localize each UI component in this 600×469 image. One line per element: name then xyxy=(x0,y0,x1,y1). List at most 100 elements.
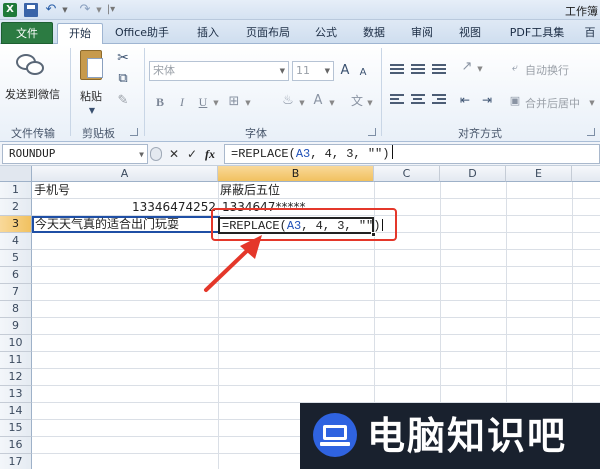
wechat-icon[interactable] xyxy=(16,52,46,78)
phonetic-dropdown-icon[interactable]: ▼ xyxy=(365,94,375,112)
grow-font-button[interactable]: A xyxy=(337,62,353,80)
excel-icon[interactable]: X xyxy=(3,3,17,17)
tab-home[interactable]: 开始 xyxy=(57,23,103,44)
row-header[interactable]: 8 xyxy=(0,301,32,318)
row-header[interactable]: 11 xyxy=(0,352,32,369)
paste-icon[interactable] xyxy=(80,50,103,80)
tab-formulas[interactable]: 公式 xyxy=(308,23,344,44)
tab-pdf-tools[interactable]: PDF工具集 xyxy=(502,23,572,44)
merge-dropdown-icon[interactable]: ▼ xyxy=(587,94,597,112)
orientation-dropdown-icon[interactable]: ▼ xyxy=(475,60,485,78)
column-header-a[interactable]: A xyxy=(32,166,218,182)
tab-page-layout[interactable]: 页面布局 xyxy=(238,23,298,44)
row-header[interactable]: 13 xyxy=(0,386,32,403)
row-header[interactable]: 10 xyxy=(0,335,32,352)
tab-data[interactable]: 数据 xyxy=(356,23,392,44)
font-launcher-icon[interactable] xyxy=(368,128,376,136)
align-left-icon[interactable] xyxy=(390,94,404,106)
row-header[interactable]: 1 xyxy=(0,182,32,199)
tab-insert[interactable]: 插入 xyxy=(188,23,228,44)
orientation-icon[interactable]: ↗ xyxy=(458,58,476,76)
formula-bar-splitter[interactable] xyxy=(150,147,162,161)
row-header[interactable]: 4 xyxy=(0,233,32,250)
italic-button[interactable]: I xyxy=(175,93,189,111)
align-top-icon[interactable] xyxy=(390,64,404,76)
bold-button[interactable]: B xyxy=(153,93,167,111)
insert-function-button[interactable]: fx xyxy=(202,145,218,163)
shrink-font-button[interactable]: A xyxy=(356,64,370,82)
undo-dropdown-icon[interactable]: ▼ xyxy=(58,3,72,17)
gridline xyxy=(32,266,600,267)
cut-icon[interactable]: ✂ xyxy=(114,49,132,67)
font-name-select[interactable]: 宋体 ▼ xyxy=(149,61,289,81)
clipboard-launcher-icon[interactable] xyxy=(130,128,138,136)
decrease-indent-icon[interactable]: ⇤ xyxy=(456,91,474,109)
font-size-select[interactable]: 11 ▼ xyxy=(292,61,334,81)
gridline xyxy=(32,351,600,352)
wrap-text-button[interactable]: 自动换行 xyxy=(525,62,569,78)
row-header[interactable]: 5 xyxy=(0,250,32,267)
fill-color-icon[interactable]: ♨ xyxy=(279,92,297,110)
cell-a3[interactable]: 今天天气真的适合出门玩耍 xyxy=(32,216,220,233)
format-painter-icon[interactable]: ✎ xyxy=(114,92,132,110)
align-center-icon[interactable] xyxy=(411,94,425,106)
underline-dropdown-icon[interactable]: ▼ xyxy=(211,94,221,112)
row-header[interactable]: 9 xyxy=(0,318,32,335)
undo-icon[interactable]: ↶ xyxy=(44,3,58,17)
tab-file[interactable]: 文件 xyxy=(1,22,53,44)
align-right-icon[interactable] xyxy=(432,94,446,106)
font-color-dropdown-icon[interactable]: ▼ xyxy=(327,94,337,112)
row-header[interactable]: 15 xyxy=(0,420,32,437)
borders-icon[interactable]: ⊞ xyxy=(226,93,242,111)
merge-center-icon[interactable]: ▣ xyxy=(508,92,522,110)
column-header-f[interactable] xyxy=(572,166,600,182)
save-icon[interactable] xyxy=(24,3,38,17)
name-box[interactable]: ROUNDUP ▼ xyxy=(2,144,148,164)
tab-view[interactable]: 视图 xyxy=(452,23,488,44)
confirm-icon[interactable]: ✓ xyxy=(184,145,200,163)
gridline xyxy=(32,385,600,386)
column-header-d[interactable]: D xyxy=(440,166,506,182)
select-all-corner[interactable] xyxy=(0,166,32,182)
cancel-icon[interactable]: ✕ xyxy=(166,145,182,163)
send-to-wechat-button[interactable]: 发送到微信 xyxy=(5,86,60,102)
chevron-down-icon: ▼ xyxy=(324,67,330,75)
borders-dropdown-icon[interactable]: ▼ xyxy=(243,94,253,112)
font-size-value: 11 xyxy=(296,64,310,77)
chevron-down-icon: ▼ xyxy=(139,150,144,159)
tab-review[interactable]: 审阅 xyxy=(404,23,440,44)
copy-icon[interactable]: ⧉ xyxy=(114,70,132,88)
alignment-launcher-icon[interactable] xyxy=(587,128,595,136)
column-header-b[interactable]: B xyxy=(218,166,374,182)
row-header[interactable]: 12 xyxy=(0,369,32,386)
column-header-e[interactable]: E xyxy=(506,166,572,182)
cell-b1[interactable]: 屏蔽后五位 xyxy=(218,182,280,199)
row-header[interactable]: 3 xyxy=(0,216,32,233)
cell-a2[interactable]: 13346474252 xyxy=(32,199,218,216)
fill-color-dropdown-icon[interactable]: ▼ xyxy=(297,94,307,112)
merge-center-button[interactable]: 合并后居中 xyxy=(525,95,580,111)
formula-input[interactable]: =REPLACE(A3, 4, 3, "") xyxy=(224,144,600,164)
wrap-text-icon[interactable]: ⤶ xyxy=(508,59,522,77)
increase-indent-icon[interactable]: ⇥ xyxy=(478,91,496,109)
row-header[interactable]: 16 xyxy=(0,437,32,454)
row-header[interactable]: 17 xyxy=(0,454,32,469)
redo-icon[interactable]: ↷ xyxy=(78,3,92,17)
column-header-c[interactable]: C xyxy=(374,166,440,182)
row-header[interactable]: 6 xyxy=(0,267,32,284)
ribbon-tabs: 文件 开始 Office助手 插入 页面布局 公式 数据 审阅 视图 PDF工具… xyxy=(0,20,600,44)
paste-dropdown-icon[interactable]: ▼ xyxy=(86,102,98,120)
tab-more[interactable]: 百 xyxy=(580,23,600,44)
tab-office-assistant[interactable]: Office助手 xyxy=(112,23,172,44)
phonetic-icon[interactable]: 文 xyxy=(348,92,366,110)
font-color-icon[interactable]: A xyxy=(310,92,326,110)
align-middle-icon[interactable] xyxy=(411,64,425,76)
gridline xyxy=(32,249,600,250)
cell-a1[interactable]: 手机号 xyxy=(32,182,70,199)
customize-toolbar-icon[interactable]: |▾ xyxy=(104,3,118,17)
row-header[interactable]: 7 xyxy=(0,284,32,301)
row-header[interactable]: 14 xyxy=(0,403,32,420)
underline-button[interactable]: U xyxy=(196,93,210,111)
align-bottom-icon[interactable] xyxy=(432,64,446,76)
row-header[interactable]: 2 xyxy=(0,199,32,216)
